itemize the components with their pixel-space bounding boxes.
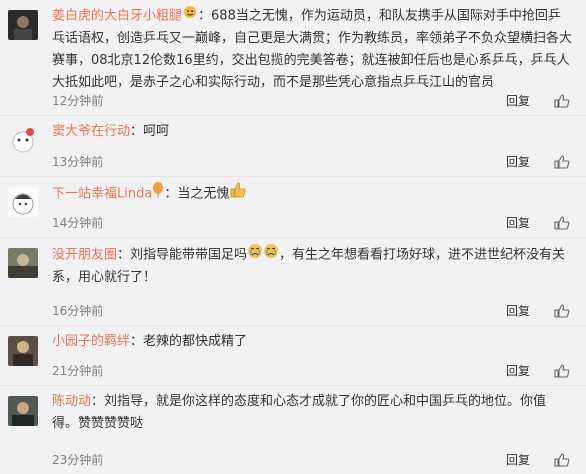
username-link[interactable]: 没开朋友圈 [52, 248, 117, 263]
reply-button[interactable]: 回复 [506, 153, 530, 170]
comment-item: 下一站幸福Linda ：当之无愧 14分钟前 回复 [0, 177, 586, 238]
username-link[interactable]: 窦大爷在行动 [52, 124, 130, 139]
separator: ： [164, 186, 178, 202]
reply-button[interactable]: 回复 [506, 362, 530, 379]
comment-text: 刘指导能带带国足吗 [130, 247, 248, 263]
avatar[interactable] [8, 187, 38, 217]
comment-body: 小园子的羁绊：老辣的都快成精了 [52, 331, 572, 353]
comment-body: 陈动动：刘指导，就是你这样的态度和心态才成就了你的匠心和中国乒乓的地位。你值得。… [52, 391, 572, 435]
crying-face-emoji-icon [247, 243, 263, 267]
avatar[interactable] [8, 248, 38, 278]
fire-face-emoji-icon [182, 5, 198, 27]
avatar[interactable] [8, 396, 38, 426]
comment-time: 12分钟前 [52, 94, 104, 108]
separator: ： [130, 334, 144, 349]
thumbs-up-emoji-icon [229, 182, 247, 206]
comment-time: 21分钟前 [52, 364, 104, 378]
avatar[interactable] [8, 10, 38, 40]
reply-button[interactable]: 回复 [506, 214, 530, 231]
avatar[interactable] [8, 126, 38, 156]
comment-text: 当之无愧 [177, 186, 230, 202]
thumbs-up-icon[interactable] [554, 94, 570, 108]
thumbs-up-icon[interactable] [554, 304, 570, 318]
separator: ： [91, 394, 105, 409]
comment-body: 没开朋友圈：刘指导能带带国足吗 ，有生之年想看看打场好球，进不进世纪杯没有关系，用… [52, 243, 572, 289]
comment-item: 陈动动：刘指导，就是你这样的态度和心态才成就了你的匠心和中国乒乓的地位。你值得。… [0, 386, 586, 474]
comment-time: 14分钟前 [52, 216, 104, 230]
comment-body: 窦大爷在行动：呵呵 [52, 121, 572, 143]
comment-text: 刘指导，就是你这样的态度和心态才成就了你的匠心和中国乒乓的地位。你值得。赞赞赞赞… [52, 394, 547, 431]
comment-item: 姜白虎的大白牙小粗腿 ：688当之无愧，作为运动员，和队友携手从国际对手中抢回乒乓… [0, 0, 586, 116]
thumbs-up-icon[interactable] [554, 364, 570, 378]
thumbs-up-icon[interactable] [554, 216, 570, 230]
separator: ： [130, 124, 144, 139]
crying-face-emoji-icon [263, 243, 279, 267]
thumbs-up-icon[interactable] [554, 155, 570, 169]
username-link[interactable]: 小园子的羁绊 [52, 334, 130, 349]
comment-text: 呵呵 [143, 124, 170, 139]
comment-item: 小园子的羁绊：老辣的都快成精了 21分钟前 回复 [0, 326, 586, 386]
avatar[interactable] [8, 336, 38, 366]
comment-item: 窦大爷在行动：呵呵 13分钟前 回复 [0, 116, 586, 177]
reply-button[interactable]: 回复 [506, 92, 530, 109]
comment-text: 老辣的都快成精了 [143, 334, 248, 349]
reply-button[interactable]: 回复 [506, 302, 530, 319]
separator: ： [117, 247, 131, 263]
balloon-emoji-icon [152, 182, 164, 206]
comment-item: 没开朋友圈：刘指导能带带国足吗 ，有生之年想看看打场好球，进不进世纪杯没有关系，用… [0, 238, 586, 326]
username-link[interactable]: 陈动动 [52, 394, 91, 409]
separator: ： [198, 8, 212, 24]
thumbs-up-icon[interactable] [554, 453, 570, 467]
username-link[interactable]: 下一站幸福Linda [52, 187, 152, 202]
comment-body: 姜白虎的大白牙小粗腿 ：688当之无愧，作为运动员，和队友携手从国际对手中抢回乒乓… [52, 5, 572, 94]
comment-time: 16分钟前 [52, 304, 104, 318]
comment-time: 13分钟前 [52, 155, 104, 169]
username-link[interactable]: 姜白虎的大白牙小粗腿 [52, 9, 182, 24]
reply-button[interactable]: 回复 [506, 451, 530, 468]
comment-time: 23分钟前 [52, 453, 104, 467]
comment-body: 下一站幸福Linda ：当之无愧 [52, 182, 572, 206]
